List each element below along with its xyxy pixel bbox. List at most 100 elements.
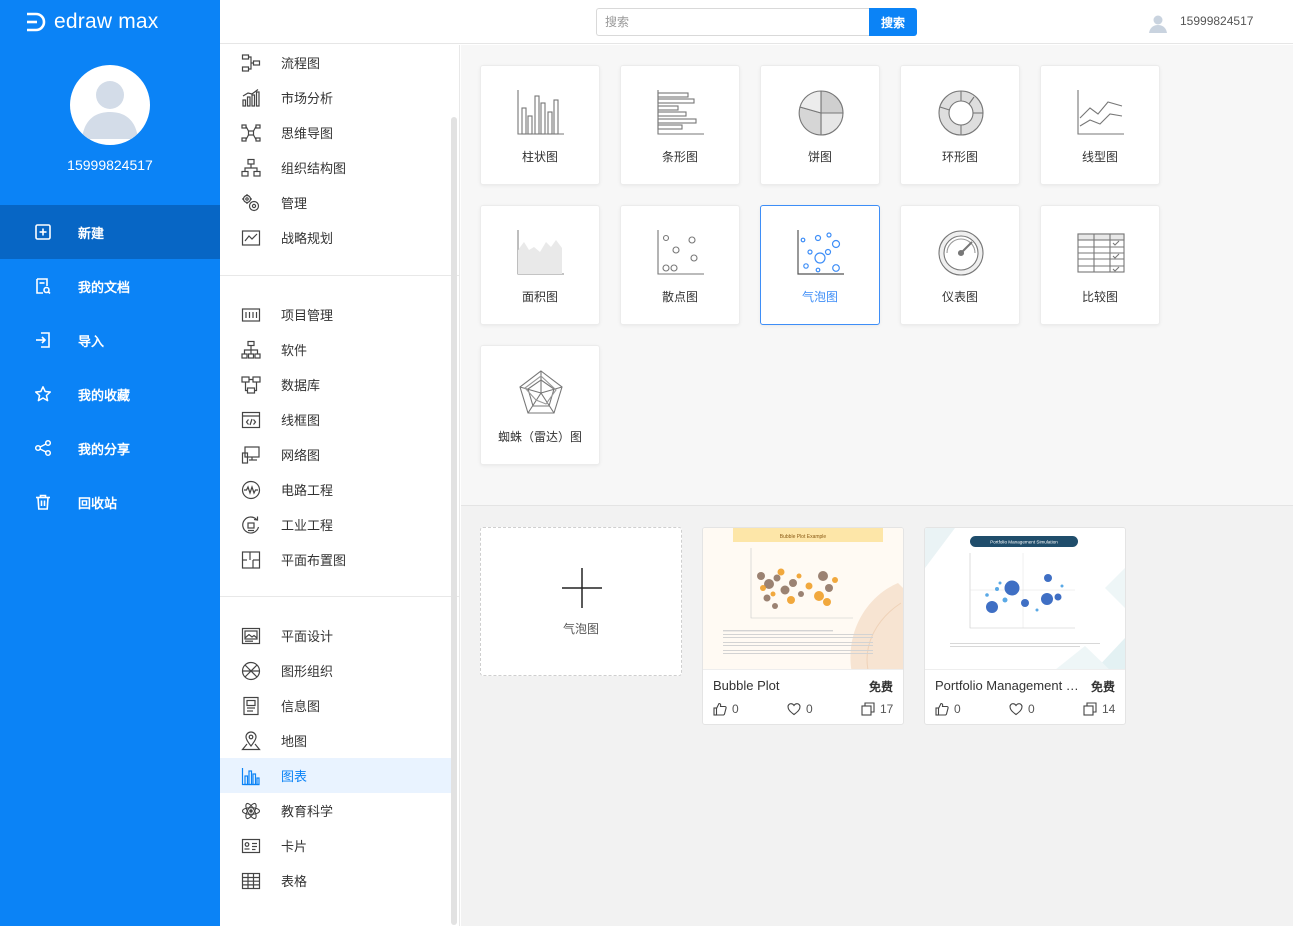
category-item-circuit[interactable]: 电路工程	[220, 472, 451, 507]
chart-type-scatter[interactable]: 散点图	[620, 205, 740, 325]
category-label: 卡片	[281, 839, 308, 854]
copy-icon	[861, 702, 875, 716]
category-item-mindmap[interactable]: 思维导图	[220, 115, 451, 150]
category-item-map[interactable]: 地图	[220, 723, 451, 758]
heart-icon	[1009, 703, 1023, 716]
app-logo[interactable]: edraw max	[24, 10, 159, 34]
chart-type-label: 环形图	[941, 150, 978, 164]
category-label: 图形组织	[281, 664, 334, 679]
search-button[interactable]: 搜索	[869, 8, 917, 36]
category-item-industrial[interactable]: 工业工程	[220, 507, 451, 542]
category-label: 流程图	[281, 56, 321, 71]
avatar[interactable]	[70, 65, 150, 145]
user-avatar-icon[interactable]	[1147, 12, 1169, 34]
infographic-icon	[243, 696, 259, 715]
new-blank-label: 气泡图	[562, 622, 599, 636]
category-item-infographic[interactable]: 信息图	[220, 688, 451, 723]
template-card-portfolio-management[interactable]: Portfolio Management Simulation Portfoli…	[924, 527, 1126, 725]
chart-type-label: 柱状图	[521, 150, 558, 164]
graphic-organizer-icon	[241, 661, 261, 680]
chart-type-label: 蜘蛛（雷达）图	[497, 430, 582, 444]
map-pin-icon	[241, 730, 261, 750]
nav-item-my-documents[interactable]: 我的文档	[0, 259, 220, 313]
chart-type-label: 饼图	[807, 150, 832, 164]
top-username[interactable]: 15999824517	[1180, 14, 1253, 28]
category-item-strategy[interactable]: 战略规划	[220, 220, 451, 255]
plus-icon	[562, 568, 602, 608]
chart-type-gauge[interactable]: 仪表图	[900, 205, 1020, 325]
category-item-wireframe[interactable]: 线框图	[220, 402, 451, 437]
category-label: 电路工程	[281, 483, 334, 498]
category-scrollbar[interactable]	[451, 117, 457, 925]
category-item-market-analysis[interactable]: 市场分析	[220, 80, 451, 115]
nav-label: 我的分享	[78, 441, 131, 457]
chart-type-label: 线型图	[1081, 150, 1118, 164]
chart-type-donut[interactable]: 环形图	[900, 65, 1020, 185]
mindmap-icon	[241, 123, 261, 142]
portfolio-thumbnail: Portfolio Management Simulation	[925, 528, 1125, 669]
category-label: 市场分析	[281, 91, 334, 106]
category-item-science[interactable]: 教育科学	[220, 793, 451, 828]
category-item-flowchart[interactable]: 流程图	[220, 45, 451, 80]
nav-item-import[interactable]: 导入	[0, 313, 220, 367]
logo-text: edraw max	[54, 10, 159, 33]
category-item-chart[interactable]: 图表	[220, 758, 451, 793]
category-label: 地图	[281, 734, 308, 749]
category-item-graphic-organizer[interactable]: 图形组织	[220, 653, 451, 688]
chart-type-comparison[interactable]: 比较图	[1040, 205, 1160, 325]
nav-item-new[interactable]: 新建	[0, 205, 220, 259]
donut-chart-icon	[938, 90, 984, 136]
category-item-database[interactable]: 数据库	[220, 367, 451, 402]
nav-item-recycle-bin[interactable]: 回收站	[0, 475, 220, 529]
category-item-management[interactable]: 管理	[220, 185, 451, 220]
search-input[interactable]	[596, 8, 870, 36]
chart-type-area[interactable]: 面积图	[480, 205, 600, 325]
favorite-button[interactable]: 0	[787, 702, 813, 716]
copy-button[interactable]: 17	[861, 702, 893, 716]
category-item-org-chart[interactable]: 组织结构图	[220, 150, 451, 185]
nav-item-favorites[interactable]: 我的收藏	[0, 367, 220, 421]
category-label: 表格	[281, 874, 308, 889]
like-button[interactable]: 0	[713, 702, 739, 716]
project-icon	[241, 307, 261, 322]
category-item-floorplan[interactable]: 平面布置图	[220, 542, 451, 577]
chart-type-bar[interactable]: 条形图	[620, 65, 740, 185]
nav-label: 我的收藏	[78, 387, 131, 403]
category-item-network[interactable]: 网络图	[220, 437, 451, 472]
category-item-graphic-design[interactable]: 平面设计	[220, 618, 451, 653]
favorite-count: 0	[806, 702, 813, 716]
template-price: 免费	[868, 680, 893, 694]
category-item-table[interactable]: 表格	[220, 863, 451, 898]
category-label: 战略规划	[281, 231, 334, 246]
category-label: 项目管理	[281, 308, 334, 323]
area-chart-icon	[517, 230, 564, 275]
copy-button[interactable]: 14	[1083, 702, 1115, 716]
chart-type-label: 仪表图	[941, 290, 978, 304]
chart-type-radar[interactable]: 蜘蛛（雷达）图	[480, 345, 600, 465]
bar-chart-icon	[657, 90, 704, 135]
chart-type-column[interactable]: 柱状图	[480, 65, 600, 185]
chart-type-line[interactable]: 线型图	[1040, 65, 1160, 185]
category-panel: 流程图 市场分析 思维导图 组织结构图 管理 战略规划 项目管理 软件 数据库 …	[220, 45, 460, 926]
nav-item-my-shares[interactable]: 我的分享	[0, 421, 220, 475]
sidebar: edraw max 15999824517 新建 我的文档 导入 我的收藏 我的…	[0, 0, 220, 926]
category-item-project-management[interactable]: 项目管理	[220, 297, 451, 332]
category-item-software[interactable]: 软件	[220, 332, 451, 367]
import-icon	[36, 332, 50, 348]
new-blank-diagram-button[interactable]: 气泡图	[480, 527, 682, 676]
template-card-bubble-plot[interactable]: Bubble Plot Example Bubble Plot 免费 0 0 1…	[702, 527, 904, 725]
table-icon	[241, 872, 261, 889]
chart-type-pie[interactable]: 饼图	[760, 65, 880, 185]
template-title: Portfolio Management Simulation	[935, 678, 1085, 693]
chart-type-bubble[interactable]: 气泡图	[760, 205, 880, 325]
like-button[interactable]: 0	[935, 702, 961, 716]
copy-count: 17	[880, 702, 894, 716]
chart-icon	[241, 767, 260, 785]
template-stats: 0 0 14	[935, 702, 1117, 718]
category-item-card[interactable]: 卡片	[220, 828, 451, 863]
category-label: 线框图	[281, 413, 321, 428]
template-section: 气泡图 Bubble Plot Example Bubble Plot 免费 0…	[461, 507, 1293, 926]
favorite-button[interactable]: 0	[1009, 702, 1035, 716]
category-group: 流程图 市场分析 思维导图 组织结构图 管理 战略规划	[220, 45, 459, 276]
category-label: 思维导图	[281, 126, 334, 141]
